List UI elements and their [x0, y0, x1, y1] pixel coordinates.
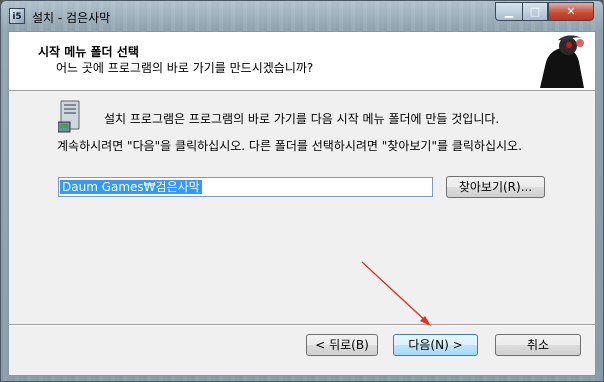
info-message: 설치 프로그램은 프로그램의 바로 가기를 다음 시작 메뉴 폴더에 만들 것입… — [104, 112, 500, 126]
minimize-icon: ▁ — [504, 5, 514, 18]
next-button[interactable]: 다음(N) > — [393, 334, 478, 356]
page-subtitle: 어느 곳에 프로그램의 바로 가기를 만드시겠습니까? — [56, 61, 314, 75]
maximize-icon: □ — [529, 5, 541, 18]
close-icon: ✕ — [566, 5, 576, 18]
computer-icon — [58, 100, 80, 133]
installer-window: i5 설치 - 검은사막 ▁ □ ✕ 시작 메뉴 폴더 선택 어느 곳에 프로그… — [0, 0, 604, 382]
logo-icon — [532, 32, 589, 88]
app-icon: i5 — [9, 8, 25, 24]
instruction-message: 계속하시려면 "다음"을 클릭하십시오. 다른 폴더를 선택하시려면 "찾아보기… — [57, 139, 522, 153]
maximize-button[interactable]: □ — [522, 2, 548, 21]
cancel-button[interactable]: 취소 — [495, 334, 581, 356]
wizard-header: 시작 메뉴 폴더 선택 어느 곳에 프로그램의 바로 가기를 만드시겠습니까? — [9, 32, 595, 91]
wizard-panel: 시작 메뉴 폴더 선택 어느 곳에 프로그램의 바로 가기를 만드시겠습니까? … — [8, 31, 596, 376]
minimize-button[interactable]: ▁ — [495, 2, 522, 21]
back-button[interactable]: < 뒤로(B) — [306, 334, 378, 356]
footer-divider — [9, 324, 595, 326]
window-title: 설치 - 검은사막 — [32, 11, 111, 25]
title-bar[interactable]: i5 설치 - 검은사막 ▁ □ ✕ — [1, 1, 603, 31]
close-button[interactable]: ✕ — [548, 2, 594, 21]
page-title: 시작 메뉴 폴더 선택 — [38, 45, 139, 59]
browse-button[interactable]: 찾아보기(R)... — [446, 176, 545, 198]
folder-input-value: Daum Games₩검은사막 — [60, 180, 202, 194]
start-menu-folder-input[interactable]: Daum Games₩검은사막 — [58, 177, 433, 197]
